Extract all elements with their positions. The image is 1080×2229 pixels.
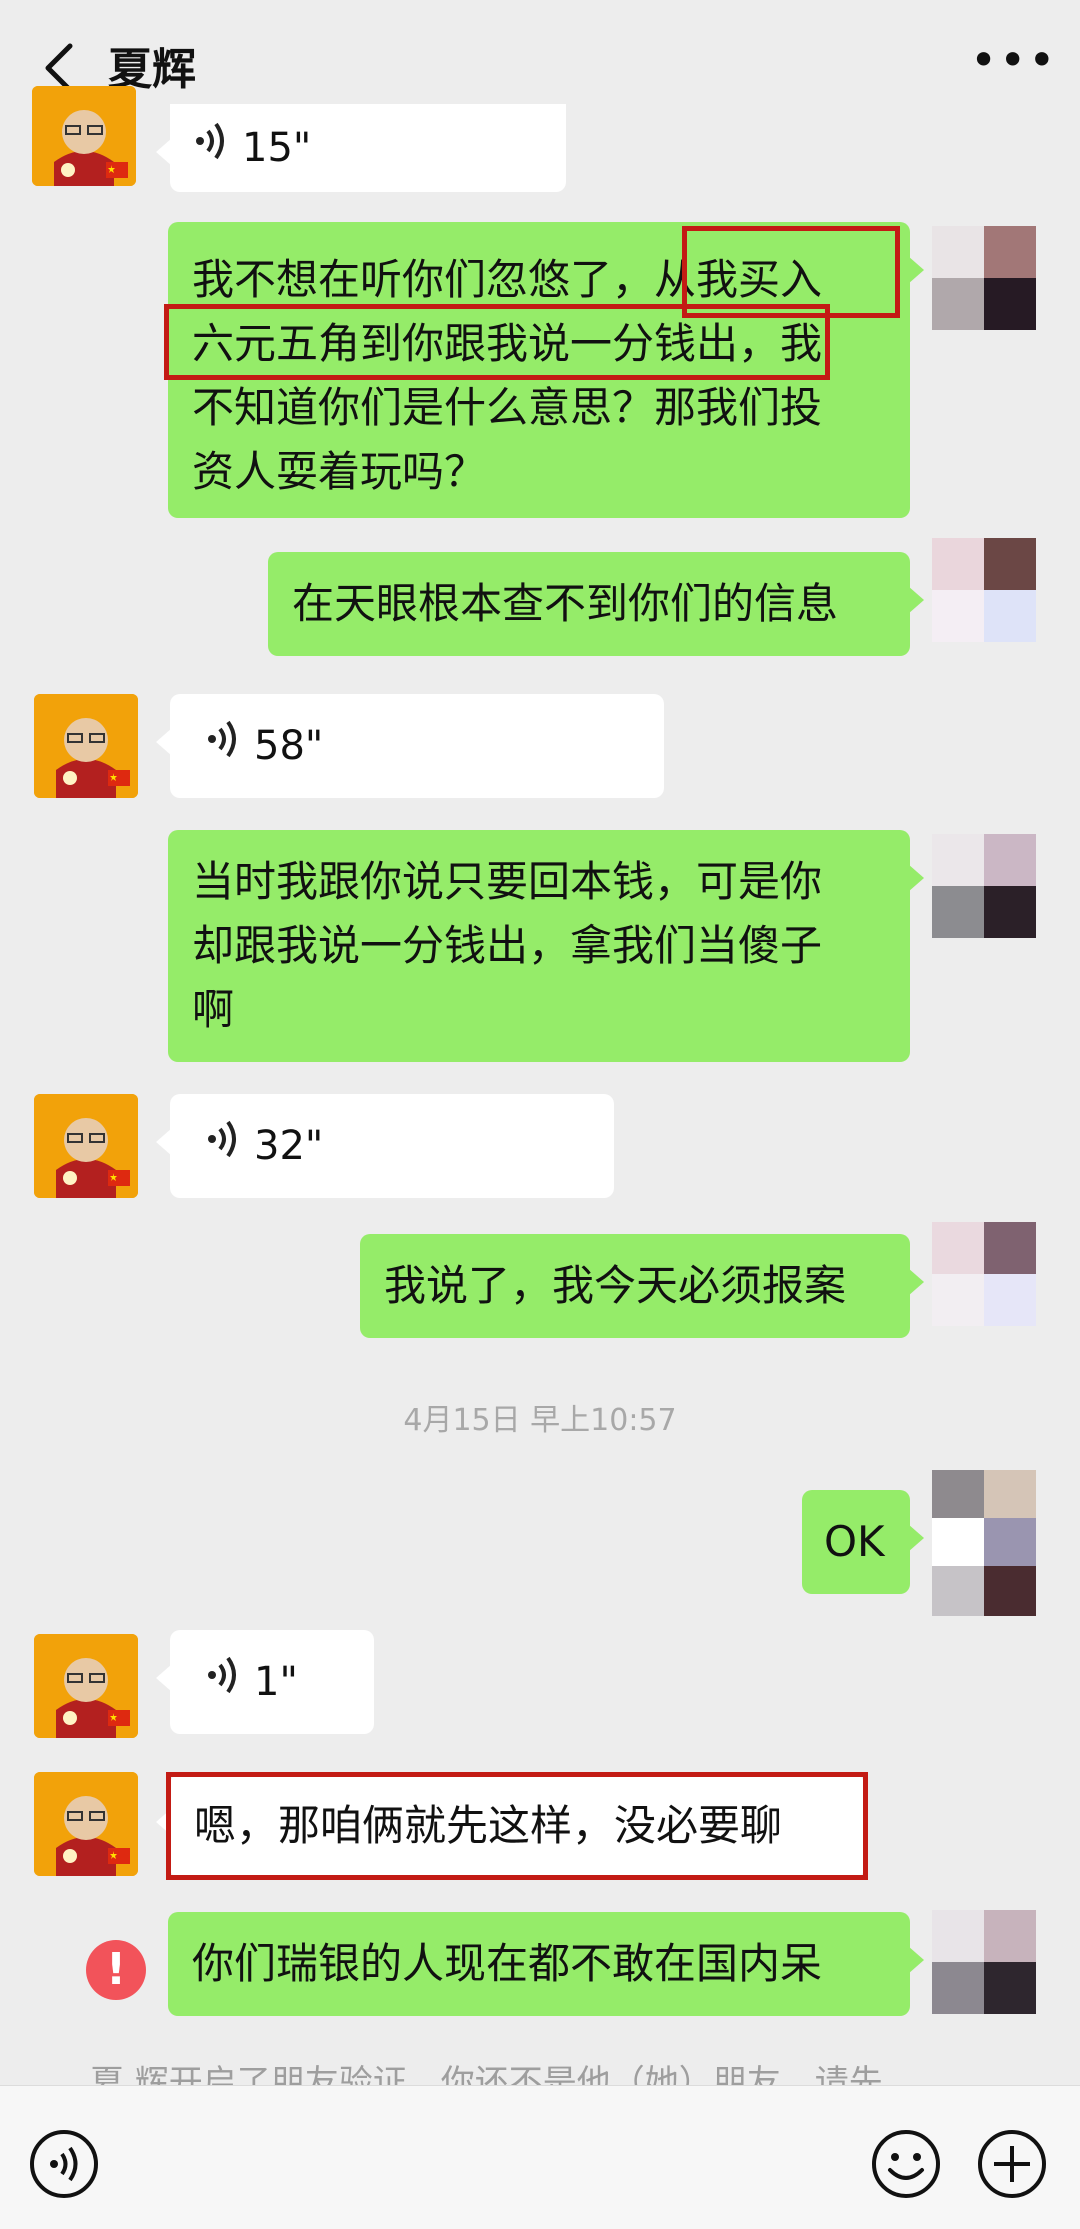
- voice-message-bubble[interactable]: 58": [156, 694, 664, 798]
- self-avatar[interactable]: [932, 1470, 1036, 1616]
- outgoing-message-bubble[interactable]: 你们瑞银的人现在都不敢在国内呆: [168, 1912, 924, 2016]
- more-options-icon[interactable]: •••: [970, 37, 1055, 100]
- outgoing-message-bubble[interactable]: 在天眼根本查不到你们的信息: [268, 552, 924, 656]
- outgoing-message-bubble[interactable]: OK: [802, 1490, 924, 1594]
- message-line: 却跟我说一分钱出，拿我们当傻子: [192, 921, 823, 970]
- voice-message-bubble[interactable]: 15": [156, 104, 566, 192]
- send-failed-icon[interactable]: !: [86, 1940, 146, 2000]
- message-text: OK: [824, 1517, 885, 1566]
- highlight-box: [164, 304, 830, 380]
- outgoing-message-bubble[interactable]: 当时我跟你说只要回本钱，可是你 却跟我说一分钱出，拿我们当傻子 啊: [168, 830, 924, 1062]
- contact-avatar[interactable]: [34, 1094, 138, 1198]
- self-avatar[interactable]: [932, 834, 1036, 938]
- highlight-box: [166, 1772, 868, 1880]
- voice-duration: 1": [254, 1659, 298, 1705]
- self-avatar[interactable]: [932, 226, 1036, 330]
- voice-wave-icon: [206, 1114, 240, 1178]
- message-text: 我说了，我今天必须报案: [384, 1261, 847, 1310]
- message-line: 啊: [192, 985, 235, 1034]
- voice-message-bubble[interactable]: 1": [156, 1630, 374, 1734]
- message-text: 你们瑞银的人现在都不敢在国内呆: [192, 1939, 823, 1988]
- voice-duration: 15": [242, 125, 312, 171]
- message-line: 不知道你们是什么意思？那我们投: [192, 383, 823, 432]
- voice-wave-icon: [206, 1650, 240, 1714]
- emoji-icon[interactable]: [870, 2128, 942, 2200]
- voice-message-bubble[interactable]: 32": [156, 1094, 614, 1198]
- message-text: 在天眼根本查不到你们的信息: [292, 579, 839, 628]
- voice-duration: 58": [254, 723, 324, 769]
- voice-wave-icon: [194, 116, 228, 180]
- message-line: 资人耍着玩吗？: [192, 447, 487, 496]
- contact-avatar[interactable]: [32, 86, 136, 186]
- voice-wave-icon: [206, 714, 240, 778]
- self-avatar[interactable]: [932, 538, 1036, 642]
- message-input[interactable]: [118, 2112, 862, 2212]
- voice-input-icon[interactable]: [28, 2128, 100, 2200]
- chat-timestamp: 4月15日 早上10:57: [403, 1403, 677, 1438]
- self-avatar[interactable]: [932, 1910, 1036, 2014]
- message-line: 当时我跟你说只要回本钱，可是你: [192, 857, 823, 906]
- add-attachment-icon[interactable]: [976, 2128, 1048, 2200]
- contact-avatar[interactable]: [34, 694, 138, 798]
- contact-avatar[interactable]: [34, 1772, 138, 1876]
- voice-duration: 32": [254, 1123, 324, 1169]
- self-avatar[interactable]: [932, 1222, 1036, 1326]
- contact-avatar[interactable]: [34, 1634, 138, 1738]
- outgoing-message-bubble[interactable]: 我说了，我今天必须报案: [360, 1234, 924, 1338]
